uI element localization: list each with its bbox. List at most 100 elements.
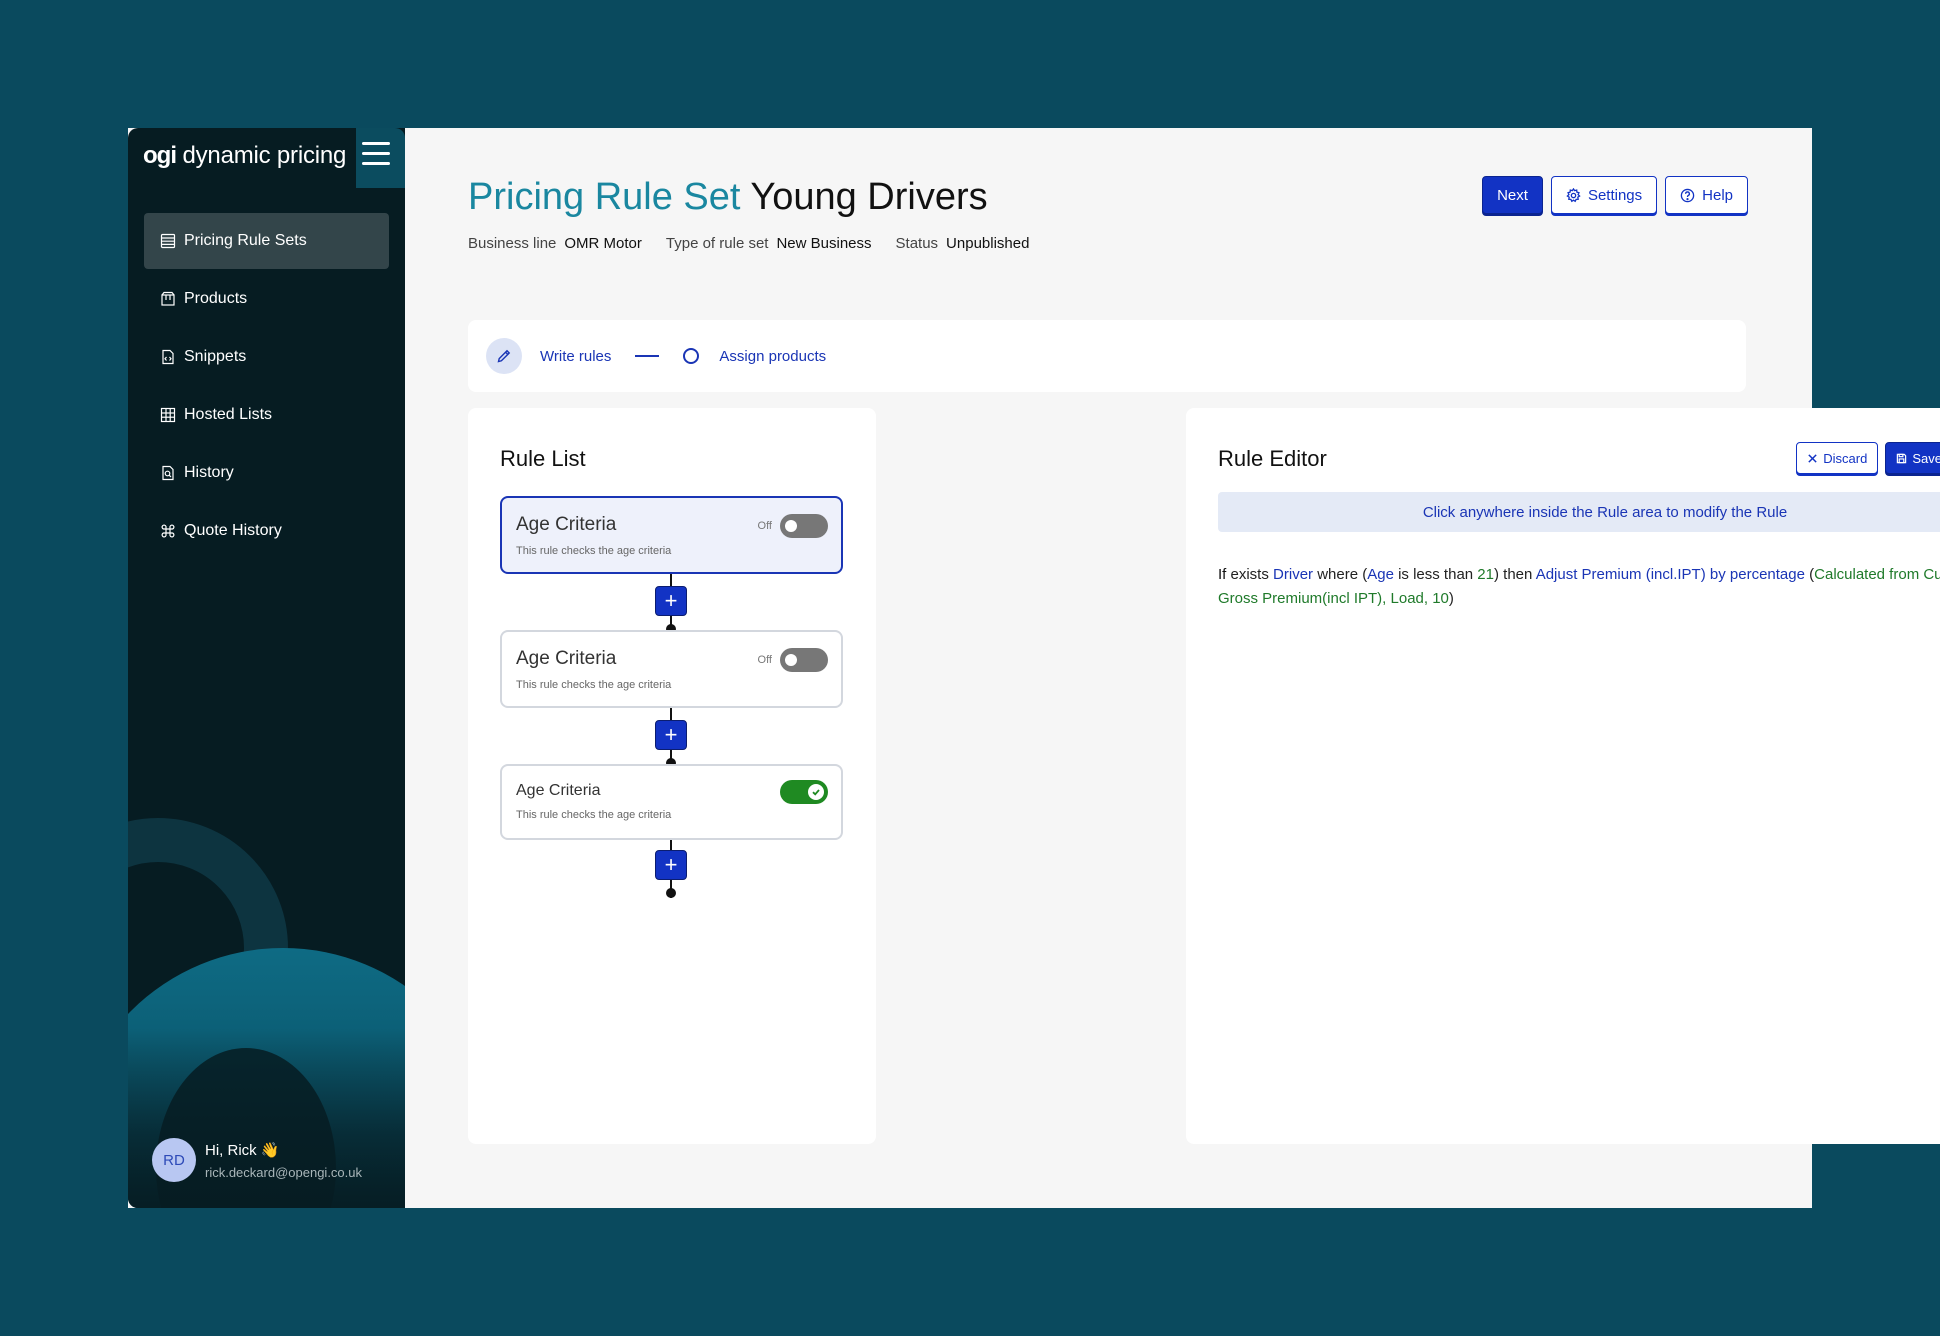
menu-toggle-button[interactable]: [356, 128, 405, 188]
header-actions: Next Settings Help: [1482, 176, 1748, 214]
rule-list-panel: Rule List Age Criteria This rule checks …: [468, 408, 876, 1144]
connector-dot: [666, 888, 676, 898]
toggle-state-label: Off: [757, 654, 772, 666]
sidebar: ogi dynamic pricing Pricing Rule Sets Pr…: [128, 128, 405, 1208]
sidebar-item-label: Snippets: [184, 348, 247, 365]
save-button[interactable]: Save: [1885, 442, 1940, 474]
rule-editor-title: Rule Editor: [1218, 446, 1327, 471]
add-rule-button[interactable]: +: [655, 720, 687, 750]
meta-value: Unpublished: [946, 235, 1030, 252]
rule-value[interactable]: 21: [1477, 566, 1494, 583]
logo-suffix: dynamic pricing: [176, 142, 347, 169]
save-icon: [1897, 453, 1907, 463]
user-greeting: Hi, Rick 👋: [205, 1141, 280, 1159]
main-content: Pricing Rule Set Young Drivers Business …: [405, 128, 1940, 1208]
rule-list-title: Rule List: [500, 446, 586, 471]
rule-field-age[interactable]: Age: [1367, 566, 1394, 583]
logo-prefix: ogi: [143, 142, 177, 169]
next-button[interactable]: Next: [1482, 176, 1543, 214]
help-label: Help: [1702, 186, 1733, 204]
help-circle-icon: [1680, 188, 1695, 202]
toggle-knob: [785, 654, 797, 666]
rule-set-meta: Business line OMR Motor Type of rule set N…: [468, 235, 1029, 252]
sidebar-item-label: Quote History: [184, 522, 282, 539]
discard-label: Discard: [1823, 450, 1868, 466]
rule-entity-driver[interactable]: Driver: [1273, 566, 1313, 583]
discard-button[interactable]: Discard: [1796, 442, 1879, 474]
check-icon: [812, 789, 820, 796]
gear-icon: [1566, 187, 1581, 202]
step-assign-products[interactable]: Assign products: [719, 348, 826, 365]
settings-button[interactable]: Settings: [1550, 176, 1658, 214]
rule-description: This rule checks the age criteria: [516, 679, 672, 691]
command-icon: [160, 523, 176, 539]
rule-operator[interactable]: is less than: [1394, 566, 1477, 583]
sidebar-item-label: Pricing Rule Sets: [184, 232, 307, 249]
rule-toggle-group: [780, 780, 828, 804]
sidebar-item-label: Products: [184, 290, 248, 307]
sidebar-item-hosted-lists[interactable]: Hosted Lists: [144, 387, 389, 443]
rule-paren-open: (: [1804, 566, 1815, 583]
meta-label: Status: [895, 235, 939, 252]
avatar: RD: [152, 1138, 196, 1182]
meta-label: Type of rule set: [665, 235, 769, 252]
page-title-name: Young Drivers: [750, 176, 988, 218]
step-assign-products-indicator[interactable]: [683, 348, 700, 364]
rule-card[interactable]: Age Criteria This rule checks the age cr…: [500, 630, 843, 708]
page-title: Pricing Rule Set Young Drivers: [468, 176, 988, 219]
editor-hint-banner: Click anywhere inside the Rule area to m…: [1218, 492, 1940, 532]
rule-paren-close: ): [1448, 590, 1454, 607]
settings-label: Settings: [1587, 186, 1643, 204]
rule-action[interactable]: Adjust Premium (incl.IPT) by percentage: [1536, 566, 1805, 583]
grid-icon: [160, 407, 176, 423]
rule-toggle-group: Off: [758, 514, 828, 538]
progress-stepper: Write rules Assign products: [468, 320, 1746, 392]
table-list-icon: [160, 233, 176, 249]
rule-enabled-toggle[interactable]: [780, 514, 828, 538]
add-rule-button[interactable]: +: [655, 586, 687, 616]
toggle-knob: [785, 520, 797, 532]
meta-business-line: Business line OMR Motor: [468, 235, 642, 252]
rule-text-then: ) then: [1493, 566, 1536, 583]
rule-enabled-toggle[interactable]: [780, 648, 828, 672]
user-email: rick.deckard@opengi.co.uk: [205, 1164, 362, 1180]
rule-description: This rule checks the age criteria: [516, 545, 672, 557]
meta-status: Status Unpublished: [896, 235, 1030, 252]
rule-text-where: where (: [1313, 566, 1368, 583]
step-write-rules-indicator[interactable]: [486, 338, 522, 374]
toggle-knob: [808, 784, 824, 800]
rule-editor-panel: Rule Editor Discard Save ··· Click anywh…: [1186, 408, 1940, 1144]
add-rule-button[interactable]: +: [655, 850, 687, 880]
app-logo: ogi dynamic pricing: [143, 142, 346, 170]
close-icon: [1808, 453, 1817, 463]
user-profile[interactable]: RD Hi, Rick 👋 rick.deckard@opengi.co.uk: [152, 1138, 362, 1182]
file-search-icon: [160, 465, 176, 481]
step-write-rules[interactable]: Write rules: [540, 348, 611, 365]
meta-label: Business line: [468, 235, 557, 252]
rule-enabled-toggle[interactable]: [780, 780, 828, 804]
rule-expression[interactable]: If exists Driver where (Age is less than…: [1218, 563, 1940, 611]
rule-editor-actions: Discard Save ···: [1796, 442, 1940, 474]
sidebar-item-products[interactable]: Products: [144, 271, 389, 327]
sidebar-item-quote-history[interactable]: Quote History: [144, 503, 389, 559]
sidebar-nav: Pricing Rule Sets Products Snippets Host…: [144, 213, 389, 561]
rule-card[interactable]: Age Criteria This rule checks the age cr…: [500, 764, 843, 840]
box-icon: [160, 291, 176, 307]
save-label: Save: [1912, 450, 1940, 466]
sidebar-item-snippets[interactable]: Snippets: [144, 329, 389, 385]
meta-type: Type of rule set New Business: [666, 235, 872, 252]
rule-text-exists: exists: [1226, 566, 1274, 583]
sidebar-item-pricing-rule-sets[interactable]: Pricing Rule Sets: [144, 213, 389, 269]
code-file-icon: [160, 349, 176, 365]
rule-description: This rule checks the age criteria: [516, 809, 672, 821]
sidebar-item-history[interactable]: History: [144, 445, 389, 501]
help-button[interactable]: Help: [1665, 176, 1748, 214]
meta-value: New Business: [776, 235, 872, 252]
step-divider: [635, 355, 660, 357]
sidebar-item-label: History: [184, 464, 234, 481]
toggle-state-label: Off: [757, 520, 772, 532]
app-window: ogi dynamic pricing Pricing Rule Sets Pr…: [128, 128, 1940, 1208]
rule-card[interactable]: Age Criteria This rule checks the age cr…: [500, 496, 843, 574]
sidebar-item-label: Hosted Lists: [184, 406, 273, 423]
page-title-prefix: Pricing Rule Set: [468, 176, 741, 218]
